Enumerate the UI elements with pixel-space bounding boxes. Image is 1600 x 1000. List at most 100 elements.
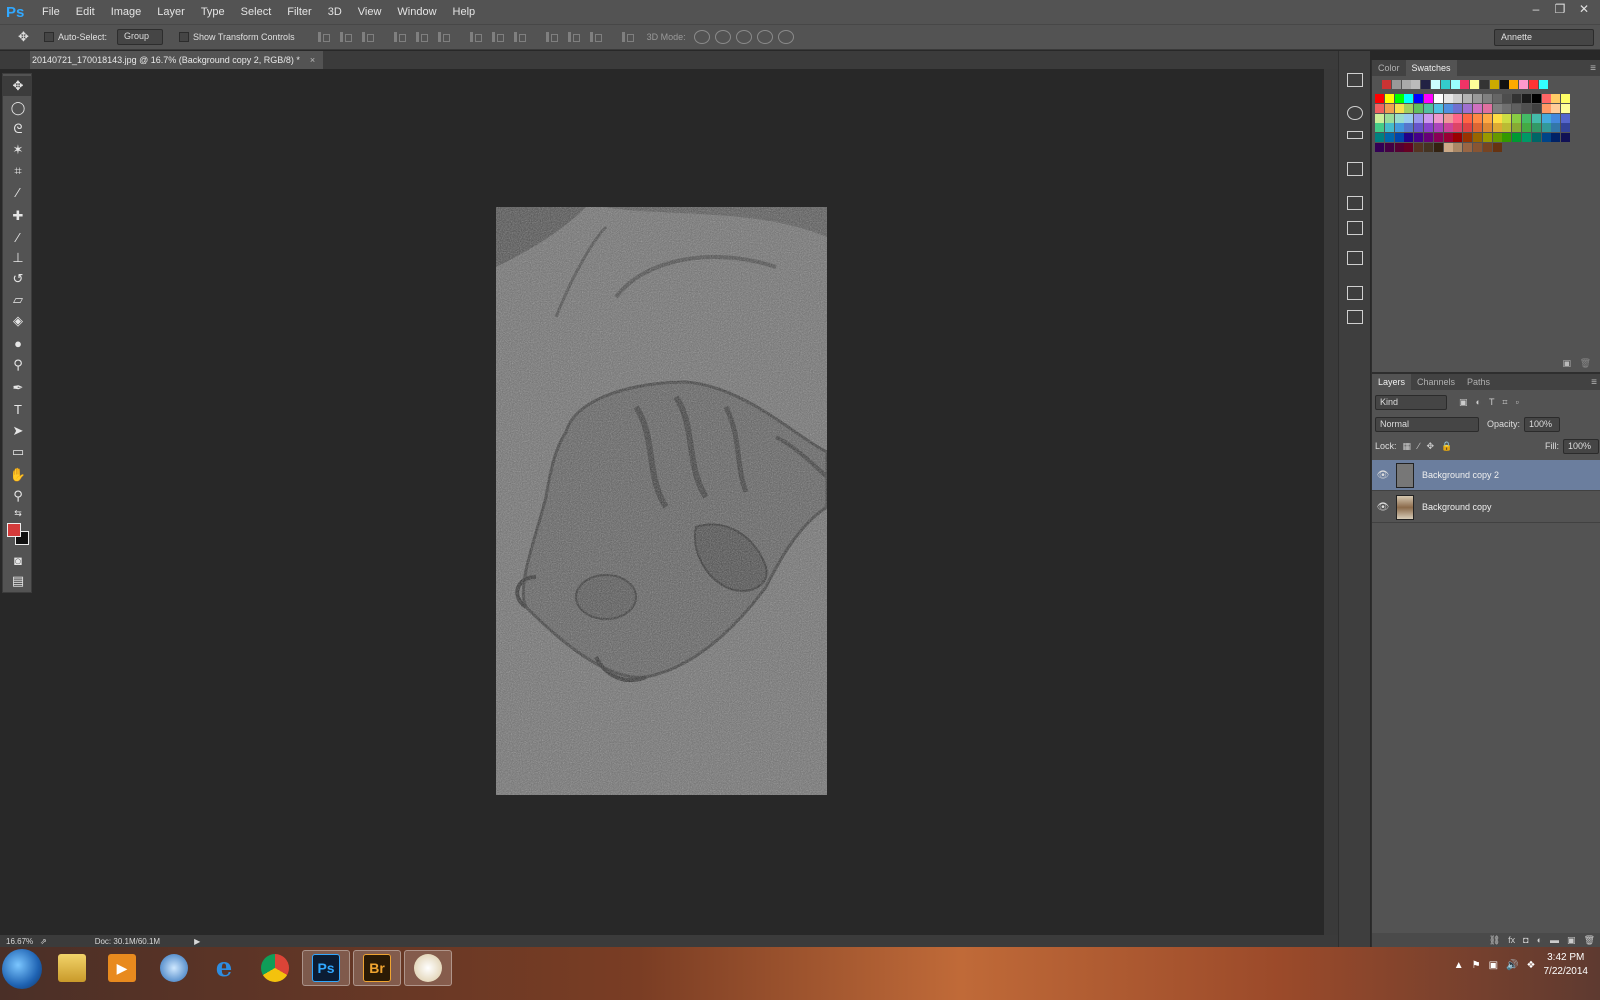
tab-layers[interactable]: Layers bbox=[1372, 374, 1412, 390]
swatch[interactable] bbox=[1482, 94, 1492, 103]
visibility-eye-icon[interactable]: 👁 bbox=[1372, 470, 1394, 481]
dropbox-icon[interactable]: ❖ bbox=[1527, 960, 1536, 971]
swatch[interactable] bbox=[1470, 80, 1480, 89]
align-right-icon[interactable] bbox=[435, 30, 451, 44]
swatch[interactable] bbox=[1424, 143, 1433, 152]
distribute-top-icon[interactable] bbox=[467, 30, 483, 44]
menu-window[interactable]: Window bbox=[389, 0, 444, 24]
swatch[interactable] bbox=[1394, 123, 1404, 133]
blur-tool-icon[interactable]: ● bbox=[3, 333, 33, 353]
menu-file[interactable]: File bbox=[34, 0, 68, 24]
swatch[interactable] bbox=[1443, 113, 1453, 123]
layer-filter-kind[interactable]: Kind bbox=[1375, 394, 1447, 410]
show-hidden-icons[interactable]: ▲ bbox=[1454, 960, 1464, 971]
clone-stamp-tool-icon[interactable]: ⊥ bbox=[3, 248, 33, 268]
swatch[interactable] bbox=[1531, 123, 1541, 133]
swatch[interactable] bbox=[1551, 123, 1561, 133]
minimize-button[interactable]: – bbox=[1524, 0, 1548, 18]
swatch[interactable] bbox=[1453, 113, 1463, 123]
distribute-right-icon[interactable] bbox=[587, 30, 603, 44]
swatch[interactable] bbox=[1482, 113, 1492, 123]
taskbar-chrome[interactable] bbox=[251, 950, 299, 986]
clone-source-icon[interactable] bbox=[1347, 251, 1363, 265]
network-icon[interactable]: ▣ bbox=[1489, 960, 1498, 971]
swatch[interactable] bbox=[1473, 143, 1482, 152]
3d-rotate-icon[interactable] bbox=[693, 30, 710, 44]
swatch[interactable] bbox=[1404, 123, 1414, 133]
swatch[interactable] bbox=[1561, 103, 1571, 113]
swatch[interactable] bbox=[1433, 133, 1443, 143]
swatch[interactable] bbox=[1512, 133, 1522, 143]
swatch[interactable] bbox=[1440, 80, 1450, 89]
swatch[interactable] bbox=[1414, 94, 1424, 103]
brush-panel-icon[interactable] bbox=[1347, 196, 1363, 210]
layers-menu-icon[interactable]: ≡ bbox=[1591, 377, 1597, 388]
volume-icon[interactable]: 🔊 bbox=[1506, 960, 1518, 971]
align-top-icon[interactable] bbox=[315, 30, 331, 44]
auto-select-checkbox[interactable] bbox=[44, 32, 54, 42]
swatch[interactable] bbox=[1473, 113, 1482, 123]
swatch[interactable] bbox=[1561, 133, 1571, 143]
align-bottom-icon[interactable] bbox=[359, 30, 375, 44]
swatch[interactable] bbox=[1482, 143, 1492, 152]
swatch[interactable] bbox=[1382, 80, 1391, 89]
swatch[interactable] bbox=[1463, 133, 1473, 143]
tab-paths[interactable]: Paths bbox=[1461, 374, 1496, 390]
zoom-tool-icon[interactable]: ⚲ bbox=[3, 486, 33, 506]
swatch[interactable] bbox=[1512, 103, 1522, 113]
hand-tool-icon[interactable]: ✋ bbox=[3, 465, 33, 485]
swatch[interactable] bbox=[1522, 94, 1531, 103]
taskbar-media-player[interactable]: ▶ bbox=[98, 950, 146, 986]
swatch[interactable] bbox=[1502, 123, 1512, 133]
path-selection-tool-icon[interactable]: ➤ bbox=[3, 421, 33, 441]
swatch[interactable] bbox=[1433, 123, 1443, 133]
taskbar-internet-explorer[interactable]: e bbox=[200, 950, 248, 986]
swatch[interactable] bbox=[1424, 133, 1433, 143]
swatch[interactable] bbox=[1551, 103, 1561, 113]
swatch[interactable] bbox=[1492, 133, 1502, 143]
swatch[interactable] bbox=[1492, 123, 1502, 133]
swatch[interactable] bbox=[1463, 123, 1473, 133]
swatch[interactable] bbox=[1375, 113, 1384, 123]
swatch[interactable] bbox=[1414, 133, 1424, 143]
tab-color[interactable]: Color bbox=[1372, 60, 1406, 76]
opacity-field[interactable]: 100% bbox=[1524, 416, 1561, 432]
menu-layer[interactable]: Layer bbox=[149, 0, 193, 24]
delete-swatch-icon[interactable]: 🗑 bbox=[1580, 358, 1591, 369]
swatch[interactable] bbox=[1384, 133, 1394, 143]
move-tool-icon[interactable]: ✥ bbox=[3, 76, 33, 96]
swatch[interactable] bbox=[1414, 113, 1424, 123]
layer-row-background-copy-2[interactable]: 👁 Background copy 2 bbox=[1372, 460, 1600, 491]
swatch[interactable] bbox=[1424, 113, 1433, 123]
taskbar-network-app[interactable] bbox=[150, 950, 198, 986]
link-layers-icon[interactable]: ⛓ bbox=[1489, 935, 1500, 946]
swatch[interactable] bbox=[1502, 94, 1512, 103]
pen-tool-icon[interactable]: ✒ bbox=[3, 378, 33, 398]
new-group-icon[interactable]: ▬ bbox=[1550, 935, 1559, 945]
action-center-flag-icon[interactable]: ⚑ bbox=[1472, 960, 1481, 971]
align-vcenter-icon[interactable] bbox=[337, 30, 353, 44]
foreground-color-swatch[interactable] bbox=[7, 523, 21, 537]
swatch[interactable] bbox=[1411, 80, 1421, 89]
swatch[interactable] bbox=[1529, 80, 1538, 89]
swatch[interactable] bbox=[1492, 113, 1502, 123]
swatch[interactable] bbox=[1384, 103, 1394, 113]
quick-mask-icon[interactable]: ◙ bbox=[3, 550, 33, 570]
align-left-icon[interactable] bbox=[391, 30, 407, 44]
swatch[interactable] bbox=[1404, 103, 1414, 113]
swatch[interactable] bbox=[1394, 113, 1404, 123]
swatch[interactable] bbox=[1453, 133, 1463, 143]
swatch[interactable] bbox=[1561, 94, 1571, 103]
swatch[interactable] bbox=[1489, 80, 1499, 89]
swatch[interactable] bbox=[1492, 94, 1502, 103]
swatch[interactable] bbox=[1502, 133, 1512, 143]
swatch[interactable] bbox=[1531, 133, 1541, 143]
swatch[interactable] bbox=[1431, 80, 1440, 89]
dodge-tool-icon[interactable]: ⚲ bbox=[3, 355, 33, 375]
swatch[interactable] bbox=[1391, 80, 1401, 89]
menu-help[interactable]: Help bbox=[445, 0, 484, 24]
magic-wand-tool-icon[interactable]: ✶ bbox=[3, 140, 33, 160]
swatch[interactable] bbox=[1512, 123, 1522, 133]
swatch[interactable] bbox=[1502, 103, 1512, 113]
swatch[interactable] bbox=[1414, 103, 1424, 113]
